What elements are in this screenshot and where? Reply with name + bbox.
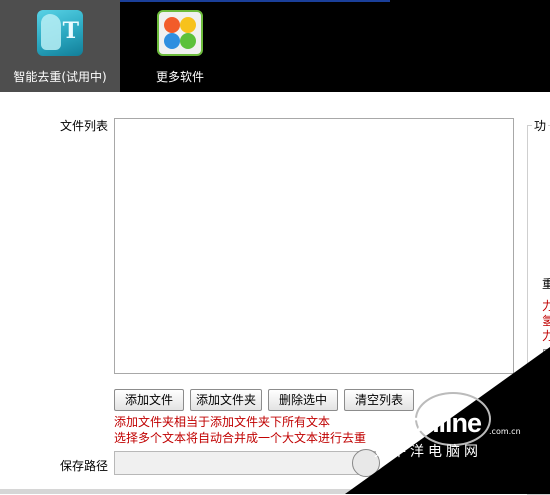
- tool-more-software[interactable]: 更多软件: [120, 0, 240, 92]
- petal-red: [164, 17, 180, 33]
- tool-more-software-label: 更多软件: [155, 70, 204, 84]
- side-red-text-3: 力: [542, 329, 550, 343]
- petal-blue: [164, 33, 180, 49]
- dedup-t-icon: T: [37, 10, 83, 56]
- tool-smart-dedup[interactable]: T 智能去重(试用中): [0, 0, 120, 92]
- petal-yellow: [180, 17, 196, 33]
- tool-smart-dedup-label: 智能去重(试用中): [13, 70, 107, 84]
- top-toolbar: T 智能去重(试用中) 更多软件: [0, 0, 550, 92]
- watermark-domain: .com.cn: [489, 427, 521, 436]
- more-software-icon: [157, 10, 203, 56]
- function-group-label: 功: [532, 117, 549, 134]
- dedup-t-glyph: T: [62, 18, 79, 44]
- file-list-label: 文件列表: [60, 119, 109, 133]
- note-add-folder: 添加文件夹相当于添加文件夹下所有文本: [114, 415, 331, 429]
- save-path-input[interactable]: [114, 451, 376, 475]
- file-list-box[interactable]: [114, 118, 514, 374]
- side-option-label: 重: [542, 277, 550, 291]
- note-merge-texts: 选择多个文本将自动合并成一个大文本进行去重: [114, 431, 367, 445]
- dedup-head-shape: [41, 14, 61, 50]
- watermark-brand: PConline: [372, 408, 482, 438]
- delete-selected-button[interactable]: 删除选中: [268, 389, 338, 411]
- add-file-button[interactable]: 添加文件: [114, 389, 184, 411]
- add-folder-button[interactable]: 添加文件夹: [190, 389, 262, 411]
- save-path-label: 保存路径: [60, 459, 109, 473]
- petal-green: [180, 33, 196, 49]
- watermark-subtitle: 太平洋电脑网: [374, 444, 482, 460]
